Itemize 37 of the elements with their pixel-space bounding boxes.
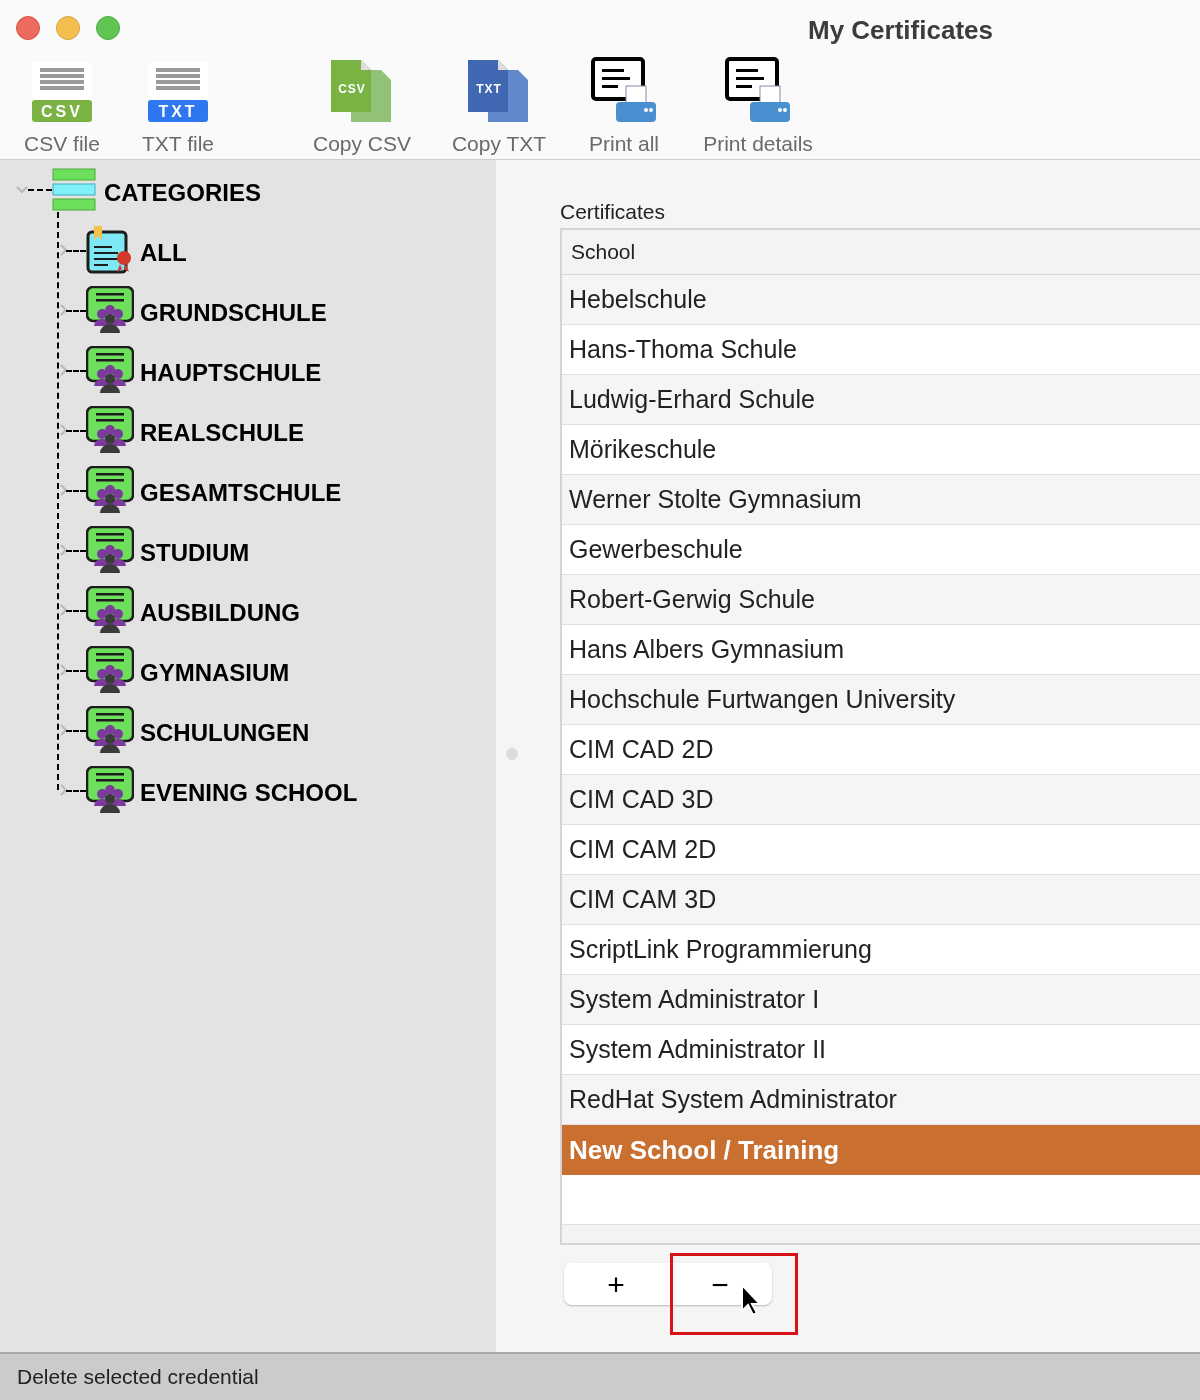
icon-badge-text: TXT [475,81,503,98]
icon-badge-text: CSV [40,103,84,121]
toolbar-button[interactable]: Print details [684,52,832,160]
table-row[interactable]: Hochschule Furtwangen University [562,675,1200,725]
table-row[interactable]: Hebelschule [562,275,1200,325]
tree-item[interactable]: STUDIUM [140,535,250,571]
window-title: My Certificates [808,14,993,47]
tree-item[interactable]: HAUPTSCHULE [140,355,322,391]
tree-item[interactable]: ALL [140,235,187,271]
table-row[interactable]: System Administrator I [562,975,1200,1025]
toolbar-button[interactable]: Print all [572,52,676,160]
tree-item[interactable]: REALSCHULE [140,415,304,451]
toolbar-button[interactable]: CSV Copy CSV [298,52,426,160]
table-row[interactable]: RedHat System Administrator [562,1075,1200,1125]
tree-item[interactable]: SCHULUNGEN [140,715,310,751]
table-row[interactable]: Ludwig-Erhard Schule [562,375,1200,425]
table-row[interactable]: CIM CAD 3D [562,775,1200,825]
table-row[interactable]: Werner Stolte Gymnasium [562,475,1200,525]
tree-item[interactable]: CATEGORIES [104,175,261,211]
tree-item[interactable]: GESAMTSCHULE [140,475,342,511]
add-button[interactable]: + [564,1263,668,1305]
table-row[interactable]: Robert-Gerwig Schule [562,575,1200,625]
column-header[interactable]: School [562,230,1200,275]
tree-item[interactable]: AUSBILDUNG [140,595,300,631]
tree-item[interactable]: EVENING SCHOOL [140,775,358,811]
table-row[interactable]: CIM CAM 3D [562,875,1200,925]
toolbar-button[interactable]: CSV CSV file [10,52,114,160]
status-text: Delete selected credential [0,1352,1200,1400]
table-row[interactable]: New School / Training [562,1125,1200,1175]
remove-button[interactable]: − [668,1263,772,1305]
toolbar-button[interactable]: TXT Copy TXT [434,52,564,160]
icon-badge-text: TXT [157,103,199,121]
toolbar-button[interactable]: TXT TXT file [126,52,230,160]
tree-item[interactable]: GYMNASIUM [140,655,290,691]
tree-item[interactable]: GRUNDSCHULE [140,295,327,331]
table-title: Certificates [560,199,666,225]
icon-badge-text: CSV [337,81,367,98]
